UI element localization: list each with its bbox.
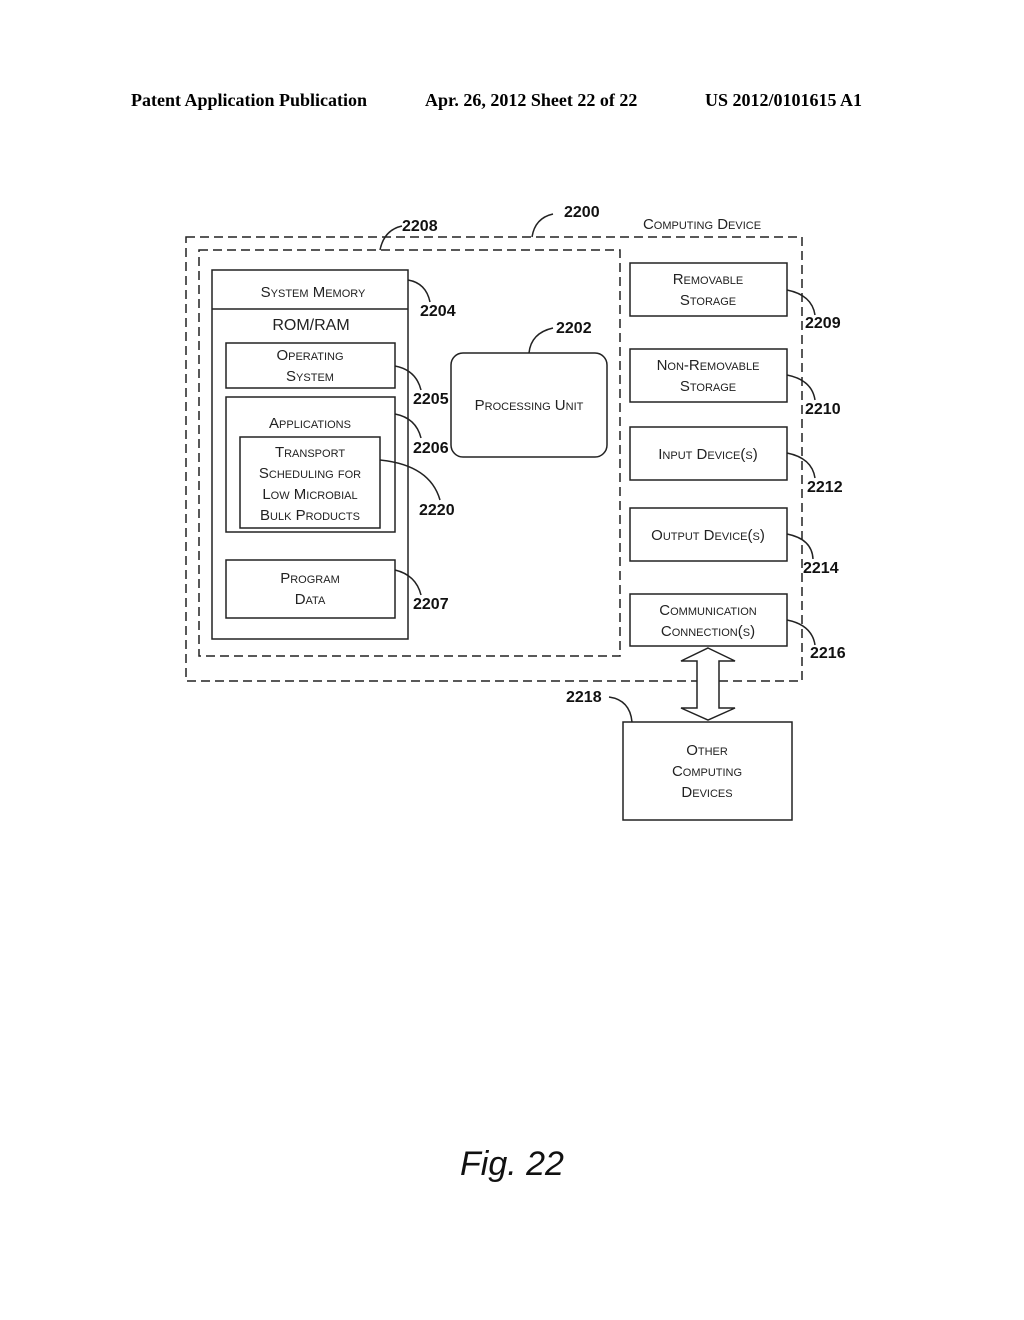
rom-ram-label: ROM/RAM bbox=[272, 317, 349, 334]
applications-label: Applications bbox=[269, 415, 351, 432]
program-data-box bbox=[225, 559, 396, 619]
leader-2218 bbox=[608, 696, 633, 723]
program-data-line2: Data bbox=[295, 591, 326, 608]
bidirectional-arrow-icon bbox=[680, 647, 736, 721]
ref-2207: 2207 bbox=[413, 596, 449, 613]
non-removable-storage-line2: Storage bbox=[680, 378, 736, 395]
ref-2214: 2214 bbox=[803, 560, 839, 577]
removable-storage-line1: Removable bbox=[673, 271, 744, 288]
ref-2202: 2202 bbox=[556, 320, 592, 337]
leader-2210 bbox=[786, 374, 816, 401]
ref-2209: 2209 bbox=[805, 315, 841, 332]
transport-label-line3: Low Microbial bbox=[262, 486, 357, 503]
ref-2206: 2206 bbox=[413, 440, 449, 457]
input-devices-label: Input Device(s) bbox=[658, 446, 757, 463]
ref-2216: 2216 bbox=[810, 645, 846, 662]
os-label-line1: Operating bbox=[276, 347, 343, 364]
communication-line2: Connection(s) bbox=[661, 623, 755, 640]
os-label-line2: System bbox=[286, 368, 334, 385]
system-memory-label: System Memory bbox=[261, 284, 366, 301]
ref-2208: 2208 bbox=[402, 218, 438, 235]
ref-2220: 2220 bbox=[419, 502, 455, 519]
leader-2214 bbox=[786, 533, 814, 560]
program-data-line1: Program bbox=[280, 570, 340, 587]
ref-2218: 2218 bbox=[566, 689, 602, 706]
processing-unit-label: Processing Unit bbox=[475, 397, 584, 414]
non-removable-storage-line1: Non-Removable bbox=[657, 357, 760, 374]
other-devices-line1: Other bbox=[686, 742, 728, 759]
ref-2212: 2212 bbox=[807, 479, 843, 496]
ref-2210: 2210 bbox=[805, 401, 841, 418]
leader-2208 bbox=[379, 225, 403, 251]
other-devices-line3: Devices bbox=[681, 784, 732, 801]
leader-2209 bbox=[786, 289, 816, 316]
transport-label-line4: Bulk Products bbox=[260, 507, 360, 524]
other-devices-line2: Computing bbox=[672, 763, 742, 780]
output-devices-label: Output Device(s) bbox=[651, 527, 765, 544]
ref-2204: 2204 bbox=[420, 303, 456, 320]
transport-label-line2: Scheduling for bbox=[259, 465, 361, 482]
leader-2216 bbox=[786, 619, 816, 646]
transport-label-line1: Transport bbox=[275, 444, 345, 461]
basic-configuration-boundary bbox=[198, 249, 621, 657]
ref-2200: 2200 bbox=[564, 204, 600, 221]
leader-2204 bbox=[407, 279, 431, 303]
ref-2205: 2205 bbox=[413, 391, 449, 408]
computing-device-diagram: Computing Device 2200 2208 System Memory… bbox=[185, 204, 846, 821]
removable-storage-line2: Storage bbox=[680, 292, 736, 309]
leader-2202 bbox=[528, 327, 554, 354]
computing-device-label: Computing Device bbox=[643, 216, 761, 233]
leader-2212 bbox=[786, 452, 816, 479]
communication-line1: Communication bbox=[659, 602, 756, 619]
figure-caption: Fig. 22 bbox=[460, 1145, 564, 1183]
leader-2220 bbox=[379, 459, 441, 501]
leader-2200 bbox=[531, 213, 554, 238]
